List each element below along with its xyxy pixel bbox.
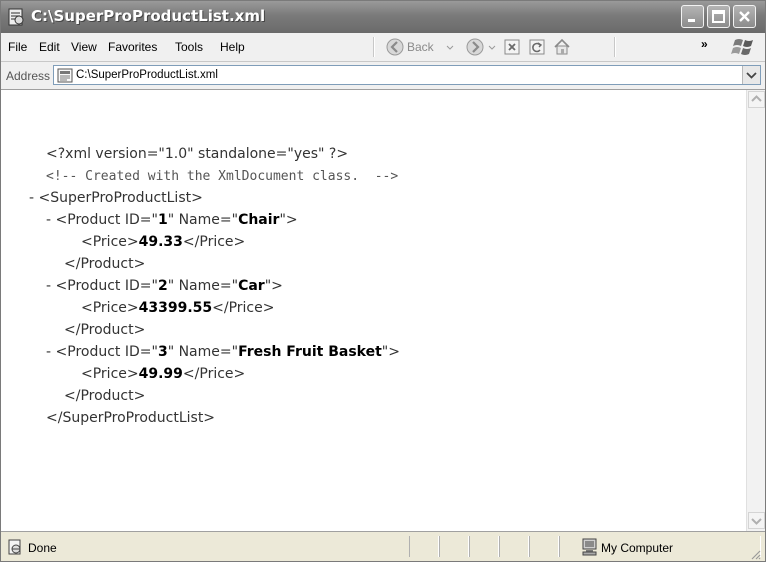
vertical-scrollbar[interactable]: [746, 90, 765, 531]
status-pane: [529, 536, 559, 557]
address-label: Address: [6, 69, 51, 83]
status-pane: [439, 536, 469, 557]
menu-file[interactable]: File: [8, 40, 27, 54]
product-name: Car: [238, 278, 265, 294]
back-icon[interactable]: [385, 37, 405, 57]
status-pane: [409, 536, 439, 557]
product-id: 3: [157, 344, 168, 360]
status-text: Done: [28, 541, 57, 555]
close-button[interactable]: [733, 5, 756, 28]
menu-separator: [373, 37, 375, 57]
minimize-icon: [688, 19, 695, 22]
collapse-toggle-root[interactable]: -: [29, 190, 34, 206]
price-line-1: <Price>49.33</Price>: [81, 234, 246, 250]
forward-dropdown-icon[interactable]: [487, 37, 497, 57]
toolbar-separator: [614, 37, 616, 57]
menu-bar: File Edit View Favorites Tools Help Back: [1, 33, 765, 62]
status-bar: Done My Computer: [1, 531, 765, 561]
xml-declaration: <?xml version="1.0" standalone="yes" ?>: [46, 146, 349, 162]
collapse-toggle-product[interactable]: -: [46, 344, 51, 360]
toolbar-chevron[interactable]: »: [701, 37, 708, 51]
back-dropdown-icon[interactable]: [445, 37, 455, 57]
address-dropdown-button[interactable]: [742, 66, 760, 84]
product-line-1: - <Product ID="1" Name="Chair">: [46, 212, 298, 228]
xml-document-view: <?xml version="1.0" standalone="yes" ?> …: [1, 90, 746, 531]
security-zone-label: My Computer: [601, 541, 674, 555]
ie-page-icon: [8, 8, 24, 26]
root-close-tag: </SuperProProductList>: [46, 410, 216, 426]
maximize-icon: [712, 10, 725, 23]
xml-file-icon: [57, 68, 73, 83]
product-line-3: - <Product ID="3" Name="Fresh Fruit Bask…: [46, 344, 400, 360]
address-bar: Address C:\SuperProProductList.xml: [1, 62, 765, 90]
windows-logo-icon: [731, 39, 753, 55]
product-price: 43399.55: [138, 300, 213, 316]
root-open-tag: <SuperProProductList>: [38, 190, 203, 206]
status-pane: [469, 536, 499, 557]
xml-comment: <!-- Created with the XmlDocument class.…: [46, 169, 399, 184]
product-close-tag: </Product>: [64, 388, 146, 404]
home-icon[interactable]: [552, 37, 572, 57]
price-line-3: <Price>49.99</Price>: [81, 366, 246, 382]
root-node-line: - <SuperProProductList>: [29, 190, 203, 206]
stop-icon[interactable]: [503, 37, 521, 57]
resize-grip-icon[interactable]: [749, 548, 761, 560]
maximize-button[interactable]: [707, 5, 730, 28]
product-line-2: - <Product ID="2" Name="Car">: [46, 278, 283, 294]
product-price: 49.99: [138, 366, 183, 382]
title-bar[interactable]: C:\SuperProProductList.xml: [1, 1, 765, 33]
window-title: C:\SuperProProductList.xml: [31, 7, 266, 25]
menu-edit[interactable]: Edit: [39, 40, 60, 54]
minimize-button[interactable]: [681, 5, 704, 28]
done-page-icon: [8, 539, 21, 555]
menu-view[interactable]: View: [71, 40, 97, 54]
refresh-icon[interactable]: [528, 37, 546, 57]
menu-help[interactable]: Help: [220, 40, 245, 54]
product-close-tag: </Product>: [64, 322, 146, 338]
scroll-down-icon[interactable]: [748, 512, 765, 529]
menu-favorites[interactable]: Favorites: [108, 40, 157, 54]
computer-icon: [582, 538, 597, 556]
collapse-toggle-product[interactable]: -: [46, 278, 51, 294]
browser-window: C:\SuperProProductList.xml File Edit Vie…: [0, 0, 766, 562]
collapse-toggle-product[interactable]: -: [46, 212, 51, 228]
dropdown-icon: [746, 72, 757, 79]
price-line-2: <Price>43399.55</Price>: [81, 300, 275, 316]
address-input[interactable]: C:\SuperProProductList.xml: [53, 65, 761, 85]
scroll-up-icon[interactable]: [748, 91, 765, 108]
product-close-tag: </Product>: [64, 256, 146, 272]
back-button-label[interactable]: Back: [407, 40, 434, 54]
product-id: 2: [157, 278, 168, 294]
product-price: 49.33: [138, 234, 183, 250]
forward-icon[interactable]: [465, 37, 485, 57]
status-pane: [499, 536, 529, 557]
product-name: Chair: [238, 212, 280, 228]
menu-tools[interactable]: Tools: [175, 40, 203, 54]
product-id: 1: [157, 212, 168, 228]
address-value: C:\SuperProProductList.xml: [76, 69, 218, 81]
close-icon: [739, 11, 750, 22]
product-name: Fresh Fruit Basket: [238, 344, 382, 360]
